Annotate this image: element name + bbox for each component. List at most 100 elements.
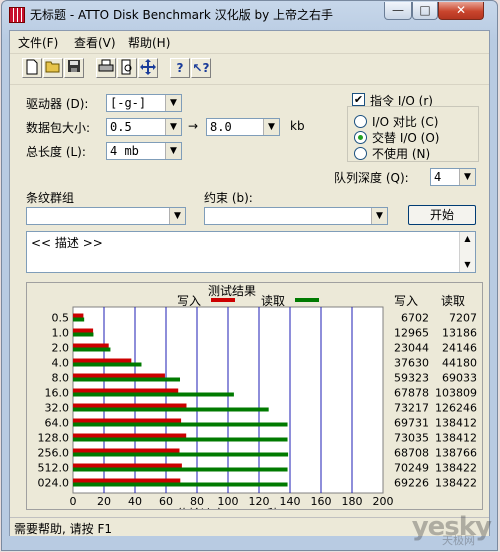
- close-button[interactable]: ✕: [438, 2, 484, 20]
- write-bar: [73, 313, 84, 318]
- write-column-header: 写入: [394, 294, 418, 308]
- write-bar: [73, 388, 179, 393]
- read-bar: [73, 452, 289, 457]
- drive-label: 驱动器 (D):: [26, 97, 89, 111]
- queue-depth-value: 4: [434, 170, 442, 184]
- read-bar: [73, 392, 234, 397]
- menu-help[interactable]: 帮助(H): [128, 34, 170, 51]
- total-length-label: 总长度 (L):: [26, 145, 86, 159]
- write-value: 70249: [394, 462, 429, 475]
- read-column-header: 读取: [441, 294, 465, 308]
- drive-value: [-g-]: [110, 96, 147, 110]
- print-icon[interactable]: [96, 58, 116, 78]
- write-bar: [73, 373, 165, 378]
- menu-bar: 文件(F) 查看(V) 帮助(H): [10, 31, 489, 51]
- io-compare-radio[interactable]: [354, 115, 367, 128]
- new-icon[interactable]: [22, 58, 42, 78]
- write-value: 73217: [394, 402, 429, 415]
- print-preview-icon[interactable]: [117, 58, 137, 78]
- restrict-select[interactable]: ▼: [204, 207, 388, 225]
- overlapped-io-checkbox[interactable]: ✔: [352, 93, 365, 106]
- neither-radio[interactable]: [354, 147, 367, 160]
- write-value: 69226: [394, 477, 429, 490]
- client-area: 文件(F) 查看(V) 帮助(H) ? ↖? 驱动器 (D): [-g-] ▼ …: [9, 30, 490, 536]
- chevron-down-icon[interactable]: ▼: [165, 119, 181, 135]
- read-value: 44180: [442, 357, 477, 370]
- read-value: 138412: [435, 417, 477, 430]
- context-help-icon[interactable]: ↖?: [191, 58, 211, 78]
- write-value: 69731: [394, 417, 429, 430]
- write-bar: [73, 403, 187, 408]
- read-value: 13186: [442, 327, 477, 340]
- category-label: 1.0: [52, 327, 70, 340]
- read-bar: [73, 347, 111, 352]
- open-icon[interactable]: [43, 58, 63, 78]
- start-button[interactable]: 开始: [408, 205, 476, 225]
- x-tick-label: 140: [280, 495, 301, 508]
- write-value: 23044: [394, 342, 429, 355]
- minimize-button[interactable]: —: [384, 2, 412, 20]
- move-icon[interactable]: [138, 58, 158, 78]
- category-label: 512.0: [38, 462, 70, 475]
- neither-overlap-radio[interactable]: [354, 131, 367, 144]
- write-value: 6702: [401, 312, 429, 325]
- description-scrollbar[interactable]: ▲ ▼: [459, 232, 475, 272]
- chevron-down-icon[interactable]: ▼: [371, 208, 387, 224]
- category-label: 32.0: [45, 402, 70, 415]
- write-bar: [73, 478, 181, 483]
- legend-read-label: 读取: [261, 294, 285, 308]
- chevron-down-icon[interactable]: ▼: [263, 119, 279, 135]
- queue-depth-select[interactable]: 4 ▼: [430, 168, 476, 186]
- description-textarea[interactable]: << 描述 >> ▲ ▼: [26, 231, 476, 273]
- write-bar: [73, 433, 187, 438]
- transfer-from-select[interactable]: 0.5 ▼: [106, 118, 182, 136]
- category-label: 4.0: [52, 357, 70, 370]
- read-bar: [73, 377, 181, 382]
- x-tick-label: 40: [128, 495, 142, 508]
- menu-view[interactable]: 查看(V): [74, 34, 116, 51]
- chevron-down-icon[interactable]: ▼: [459, 169, 475, 185]
- write-bar: [73, 418, 182, 423]
- read-value: 103809: [435, 387, 477, 400]
- read-value: 138422: [435, 462, 477, 475]
- menu-file[interactable]: 文件(F): [18, 34, 58, 51]
- scroll-down-icon[interactable]: ▼: [460, 258, 475, 272]
- read-bar: [73, 362, 142, 367]
- help-icon[interactable]: ?: [170, 58, 190, 78]
- write-bar: [73, 343, 109, 348]
- results-panel: 测试结果写入读取写入读取020406080100120140160180200传…: [26, 282, 483, 521]
- title-bar[interactable]: 无标题 - ATTO Disk Benchmark 汉化版 by 上帝之右手 —…: [2, 1, 497, 29]
- io-compare-label: I/O 对比 (C): [372, 115, 439, 129]
- write-value: 68708: [394, 447, 429, 460]
- stripe-group-select[interactable]: ▼: [26, 207, 186, 225]
- drive-select[interactable]: [-g-] ▼: [106, 94, 182, 112]
- read-value: 138766: [435, 447, 477, 460]
- write-bar: [73, 358, 132, 363]
- category-label: 2.0: [52, 342, 70, 355]
- save-icon[interactable]: [64, 58, 84, 78]
- read-bar: [73, 482, 288, 487]
- chevron-down-icon[interactable]: ▼: [169, 208, 185, 224]
- chevron-down-icon[interactable]: ▼: [165, 95, 181, 111]
- write-value: 12965: [394, 327, 429, 340]
- window-title: 无标题 - ATTO Disk Benchmark 汉化版 by 上帝之右手: [30, 8, 334, 22]
- maximize-button[interactable]: □: [412, 2, 438, 20]
- transfer-unit: kb: [290, 119, 305, 133]
- category-label: 64.0: [45, 417, 70, 430]
- chevron-down-icon[interactable]: ▼: [165, 143, 181, 159]
- scroll-up-icon[interactable]: ▲: [460, 232, 475, 246]
- transfer-size-label: 数据包大小:: [26, 121, 91, 135]
- write-value: 67878: [394, 387, 429, 400]
- read-bar: [73, 422, 288, 427]
- category-label: 0.5: [52, 312, 70, 325]
- neither-overlap-label: 交替 I/O (O): [372, 131, 440, 145]
- read-value: 138422: [435, 477, 477, 490]
- write-value: 37630: [394, 357, 429, 370]
- write-bar: [73, 463, 182, 468]
- read-bar: [73, 407, 269, 412]
- category-label: 256.0: [38, 447, 70, 460]
- transfer-to-select[interactable]: 8.0 ▼: [206, 118, 280, 136]
- read-value: 7207: [449, 312, 477, 325]
- legend-read-swatch: [295, 298, 319, 302]
- total-length-select[interactable]: 4 mb ▼: [106, 142, 182, 160]
